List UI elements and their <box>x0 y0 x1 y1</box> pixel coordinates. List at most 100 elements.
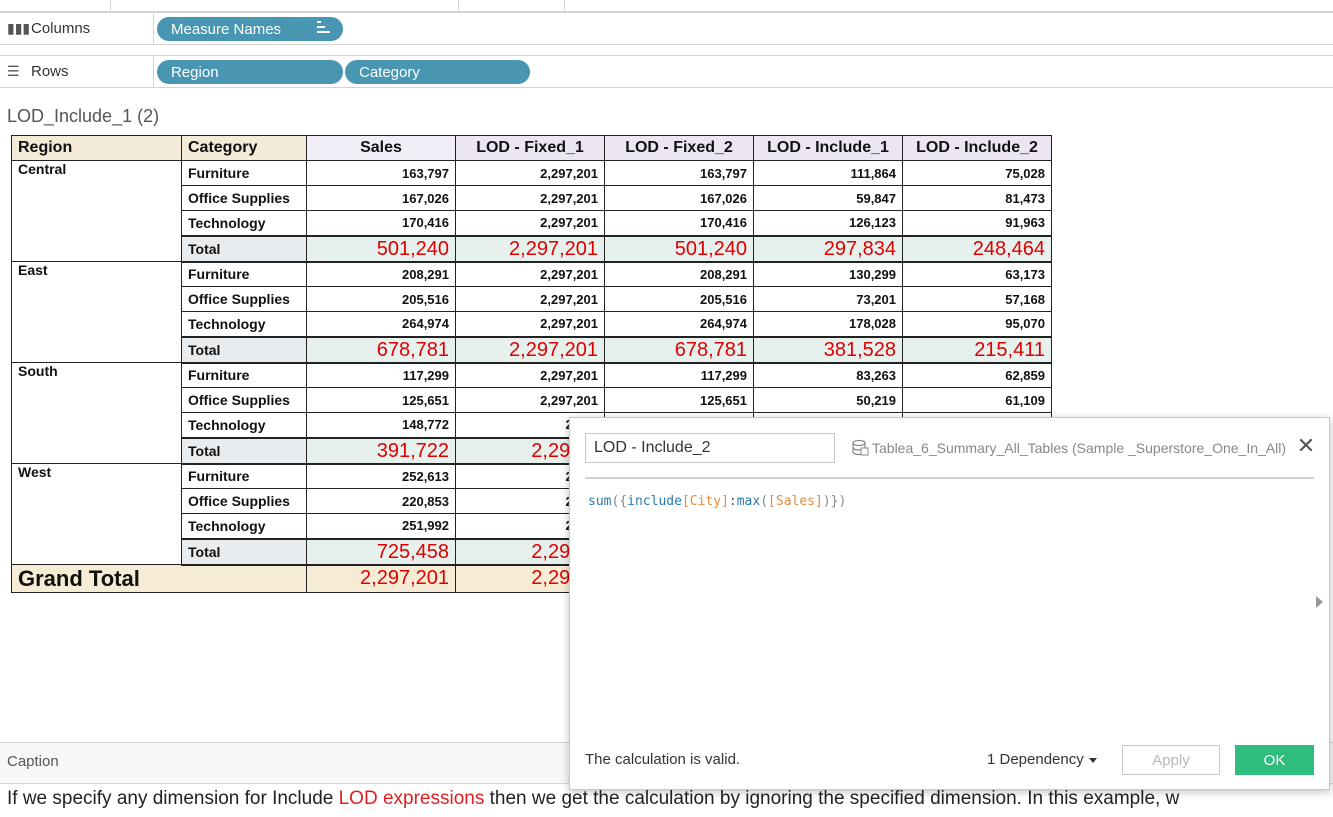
header-category[interactable]: Category <box>181 135 307 161</box>
header-sales[interactable]: Sales <box>306 135 456 161</box>
lod-include-2-value[interactable]: 61,109 <box>902 387 1052 413</box>
sales-value[interactable]: 163,797 <box>306 160 456 186</box>
lod-include-2-value[interactable]: 215,411 <box>902 335 1052 364</box>
sales-value[interactable]: 170,416 <box>306 210 456 236</box>
lod-fixed-1-value[interactable]: 2,297,201 <box>455 261 605 287</box>
category-cell[interactable]: Technology <box>181 210 307 236</box>
category-cell[interactable]: Total <box>181 436 307 465</box>
lod-fixed-2-value[interactable]: 264,974 <box>604 311 754 337</box>
sales-value[interactable]: 725,458 <box>306 537 456 566</box>
divider <box>564 0 565 11</box>
lod-fixed-1-value[interactable]: 2,297,201 <box>455 387 605 413</box>
category-cell[interactable]: Technology <box>181 513 307 539</box>
header-lod-include-1[interactable]: LOD - Include_1 <box>753 135 903 161</box>
grand-total-sales[interactable]: 2,297,201 <box>306 564 456 593</box>
lod-fixed-1-value[interactable]: 2,297,201 <box>455 185 605 211</box>
region-cell[interactable]: South <box>11 362 182 464</box>
sales-value[interactable]: 117,299 <box>306 362 456 388</box>
ok-button[interactable]: OK <box>1235 745 1314 775</box>
header-lod-include-2[interactable]: LOD - Include_2 <box>902 135 1052 161</box>
category-cell[interactable]: Total <box>181 537 307 566</box>
lod-include-1-value[interactable]: 130,299 <box>753 261 903 287</box>
lod-include-1-value[interactable]: 50,219 <box>753 387 903 413</box>
category-cell[interactable]: Furniture <box>181 362 307 388</box>
region-pill[interactable]: Region <box>157 60 343 84</box>
measure-names-pill[interactable]: Measure Names <box>157 17 343 41</box>
sales-value[interactable]: 220,853 <box>306 488 456 514</box>
rows-shelf[interactable]: ☰ Rows Region Category <box>0 55 1333 88</box>
region-cell[interactable]: East <box>11 261 182 363</box>
region-cell[interactable]: West <box>11 463 182 565</box>
caption-text[interactable]: If we specify any dimension for Include … <box>7 788 1333 810</box>
sales-value[interactable]: 125,651 <box>306 387 456 413</box>
category-cell[interactable]: Office Supplies <box>181 387 307 413</box>
lod-fixed-1-value[interactable]: 2,297,201 <box>455 160 605 186</box>
close-icon[interactable]: ✕ <box>1296 435 1316 457</box>
category-cell[interactable]: Technology <box>181 412 307 438</box>
lod-fixed-2-value[interactable]: 163,797 <box>604 160 754 186</box>
lod-fixed-2-value[interactable]: 167,026 <box>604 185 754 211</box>
sales-value[interactable]: 208,291 <box>306 261 456 287</box>
lod-fixed-2-value[interactable]: 205,516 <box>604 286 754 312</box>
apply-button[interactable]: Apply <box>1122 745 1220 775</box>
lod-fixed-1-value[interactable]: 2,297,201 <box>455 311 605 337</box>
lod-include-2-value[interactable]: 81,473 <box>902 185 1052 211</box>
expand-arrow-icon[interactable] <box>1316 596 1323 608</box>
category-cell[interactable]: Furniture <box>181 261 307 287</box>
lod-fixed-1-value[interactable]: 2,297,201 <box>455 210 605 236</box>
sales-value[interactable]: 252,613 <box>306 463 456 489</box>
sales-value[interactable]: 167,026 <box>306 185 456 211</box>
sales-value[interactable]: 501,240 <box>306 234 456 263</box>
lod-include-1-value[interactable]: 381,528 <box>753 335 903 364</box>
region-cell[interactable]: Central <box>11 160 182 262</box>
lod-fixed-2-value[interactable]: 501,240 <box>604 234 754 263</box>
sales-value[interactable]: 678,781 <box>306 335 456 364</box>
category-cell[interactable]: Total <box>181 335 307 364</box>
sales-value[interactable]: 391,722 <box>306 436 456 465</box>
sales-value[interactable]: 251,992 <box>306 513 456 539</box>
lod-include-1-value[interactable]: 111,864 <box>753 160 903 186</box>
lod-include-2-value[interactable]: 95,070 <box>902 311 1052 337</box>
category-pill[interactable]: Category <box>345 60 530 84</box>
category-cell[interactable]: Office Supplies <box>181 185 307 211</box>
lod-include-1-value[interactable]: 73,201 <box>753 286 903 312</box>
lod-include-2-value[interactable]: 63,173 <box>902 261 1052 287</box>
sales-value[interactable]: 148,772 <box>306 412 456 438</box>
header-region[interactable]: Region <box>11 135 182 161</box>
sales-value[interactable]: 205,516 <box>306 286 456 312</box>
lod-fixed-1-value[interactable]: 2,297,201 <box>455 286 605 312</box>
sales-value[interactable]: 264,974 <box>306 311 456 337</box>
lod-fixed-2-value[interactable]: 678,781 <box>604 335 754 364</box>
lod-include-2-value[interactable]: 75,028 <box>902 160 1052 186</box>
header-lod-fixed-2[interactable]: LOD - Fixed_2 <box>604 135 754 161</box>
lod-fixed-2-value[interactable]: 125,651 <box>604 387 754 413</box>
lod-fixed-1-value[interactable]: 2,297,201 <box>455 234 605 263</box>
lod-include-1-value[interactable]: 178,028 <box>753 311 903 337</box>
category-cell[interactable]: Furniture <box>181 463 307 489</box>
lod-fixed-1-value[interactable]: 2,297,201 <box>455 362 605 388</box>
calc-name-field[interactable]: LOD - Include_2 <box>585 433 835 463</box>
category-cell[interactable]: Furniture <box>181 160 307 186</box>
lod-include-1-value[interactable]: 126,123 <box>753 210 903 236</box>
lod-include-1-value[interactable]: 59,847 <box>753 185 903 211</box>
lod-fixed-2-value[interactable]: 208,291 <box>604 261 754 287</box>
grand-total-label[interactable]: Grand Total <box>11 564 307 593</box>
calc-formula-editor[interactable]: sum({include[City]:max([Sales])}) <box>588 494 846 509</box>
columns-shelf[interactable]: ▮▮▮ Columns Measure Names <box>0 12 1333 45</box>
lod-include-2-value[interactable]: 248,464 <box>902 234 1052 263</box>
rows-icon: ☰ <box>7 63 20 79</box>
header-lod-fixed-1[interactable]: LOD - Fixed_1 <box>455 135 605 161</box>
lod-include-2-value[interactable]: 57,168 <box>902 286 1052 312</box>
lod-include-2-value[interactable]: 62,859 <box>902 362 1052 388</box>
lod-fixed-1-value[interactable]: 2,297,201 <box>455 335 605 364</box>
lod-fixed-2-value[interactable]: 117,299 <box>604 362 754 388</box>
lod-include-1-value[interactable]: 83,263 <box>753 362 903 388</box>
lod-fixed-2-value[interactable]: 170,416 <box>604 210 754 236</box>
category-cell[interactable]: Total <box>181 234 307 263</box>
lod-include-1-value[interactable]: 297,834 <box>753 234 903 263</box>
lod-include-2-value[interactable]: 91,963 <box>902 210 1052 236</box>
category-cell[interactable]: Office Supplies <box>181 286 307 312</box>
category-cell[interactable]: Technology <box>181 311 307 337</box>
category-cell[interactable]: Office Supplies <box>181 488 307 514</box>
dependency-dropdown[interactable]: 1 Dependency <box>987 751 1097 768</box>
